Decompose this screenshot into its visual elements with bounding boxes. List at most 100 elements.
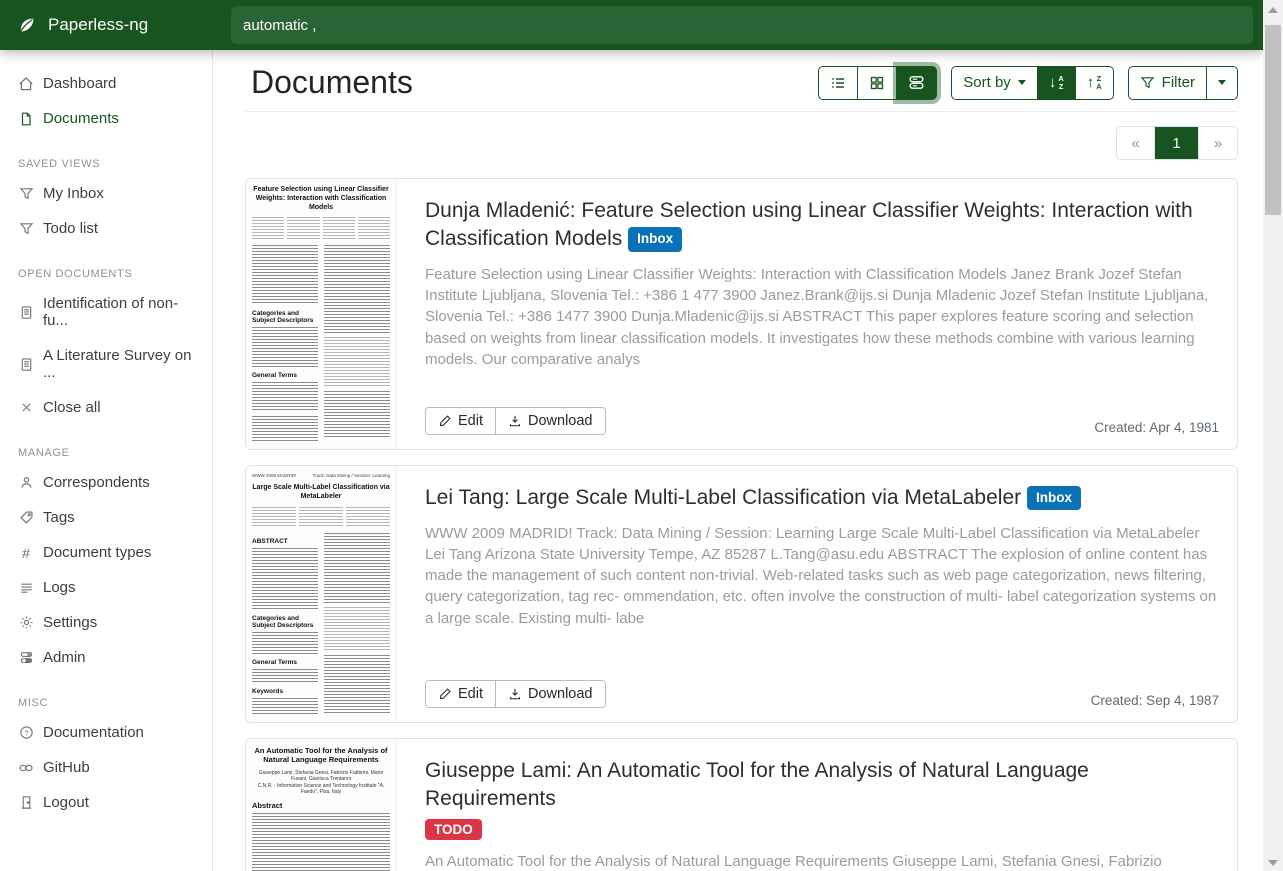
document-card[interactable]: Feature Selection using Linear Classifie… bbox=[245, 178, 1238, 450]
thumb-text-block bbox=[252, 245, 318, 305]
filter-group: Filter bbox=[1128, 66, 1238, 100]
download-icon bbox=[508, 687, 522, 701]
document-title[interactable]: Lei Tang: Large Scale Multi-Label Classi… bbox=[425, 484, 1219, 512]
document-card[interactable]: An Automatic Tool for the Analysis of Na… bbox=[245, 738, 1238, 871]
document-thumbnail[interactable]: Feature Selection using Linear Classifie… bbox=[246, 179, 397, 449]
view-grid-button[interactable] bbox=[858, 66, 897, 100]
sidebar-item-settings[interactable]: Settings bbox=[0, 605, 212, 640]
thumb-header-left: WWW 2009 MADRID! bbox=[252, 473, 296, 478]
sidebar-item-close-all[interactable]: Close all bbox=[0, 390, 212, 425]
thumb-text-block bbox=[252, 416, 318, 442]
sidebar-item-logs[interactable]: Logs bbox=[0, 570, 212, 605]
sort-alpha-down-icon: ↓AZ bbox=[1049, 74, 1064, 91]
gear-icon bbox=[18, 615, 34, 631]
scrollbar-thumb[interactable] bbox=[1265, 25, 1281, 215]
document-thumbnail[interactable]: An Automatic Tool for the Analysis of Na… bbox=[246, 739, 397, 871]
download-label: Download bbox=[528, 686, 593, 702]
sort-descending-button[interactable]: ↑ZA bbox=[1076, 66, 1114, 100]
text-lines-icon bbox=[18, 580, 34, 596]
edit-button[interactable]: Edit bbox=[426, 408, 495, 434]
filter-dropdown-button[interactable] bbox=[1207, 66, 1238, 100]
sidebar-item-document-types[interactable]: # Document types bbox=[0, 535, 212, 570]
pencil-icon bbox=[438, 414, 452, 428]
document-title[interactable]: Dunja Mladenić: Feature Selection using … bbox=[425, 197, 1219, 254]
document-card[interactable]: WWW 2009 MADRID! Track: Data Mining / Se… bbox=[245, 465, 1238, 723]
sidebar: Dashboard Documents SAVED VIEWS My Inbox… bbox=[0, 50, 213, 871]
filter-button[interactable]: Filter bbox=[1128, 66, 1207, 100]
sort-by-dropdown[interactable]: Sort by bbox=[951, 66, 1038, 100]
thumb-text-block bbox=[252, 382, 318, 412]
thumb-title: Large Scale Multi-Label Classification v… bbox=[252, 484, 390, 502]
thumb-title: Feature Selection using Linear Classifie… bbox=[252, 186, 390, 212]
sidebar-item-documents[interactable]: Documents bbox=[0, 101, 212, 136]
sidebar-item-github[interactable]: GitHub bbox=[0, 750, 212, 785]
toggles-icon bbox=[18, 650, 34, 666]
download-icon bbox=[508, 414, 522, 428]
sidebar-item-todo-list[interactable]: Todo list bbox=[0, 211, 212, 246]
doc-text-icon bbox=[18, 356, 34, 372]
sidebar-item-label: Close all bbox=[43, 399, 101, 416]
thumb-affiliation: C.N.R. - Information Science and Technol… bbox=[258, 783, 385, 796]
app-brand[interactable]: Paperless-ng bbox=[0, 0, 213, 50]
brand-label: Paperless-ng bbox=[48, 15, 148, 35]
download-button[interactable]: Download bbox=[495, 681, 605, 707]
edit-label: Edit bbox=[458, 413, 483, 429]
document-excerpt: WWW 2009 MADRID! Track: Data Mining / Se… bbox=[425, 523, 1219, 629]
sidebar-item-label: Documents bbox=[43, 110, 119, 127]
tag-badge-todo[interactable]: TODO bbox=[425, 819, 482, 840]
sidebar-item-label: Documentation bbox=[43, 724, 144, 741]
document-excerpt: Feature Selection using Linear Classifie… bbox=[425, 264, 1219, 370]
thumb-author-col bbox=[346, 507, 390, 527]
view-list-button[interactable] bbox=[818, 66, 858, 100]
thumb-author-col bbox=[323, 217, 355, 239]
sidebar-section-open-documents: OPEN DOCUMENTS bbox=[0, 246, 212, 286]
main-content: Documents Sort by ↓AZ bbox=[213, 50, 1263, 871]
pencil-icon bbox=[438, 687, 452, 701]
sidebar-item-label: My Inbox bbox=[43, 185, 104, 202]
sidebar-item-admin[interactable]: Admin bbox=[0, 640, 212, 675]
sidebar-item-label: Todo list bbox=[43, 220, 98, 237]
pagination-page-1[interactable]: 1 bbox=[1155, 127, 1199, 159]
sidebar-item-documentation[interactable]: ? Documentation bbox=[0, 715, 212, 750]
funnel-icon bbox=[18, 186, 34, 202]
document-title[interactable]: Giuseppe Lami: An Automatic Tool for the… bbox=[425, 757, 1219, 814]
thumb-section: General Terms bbox=[252, 372, 318, 379]
pagination-prev[interactable]: « bbox=[1117, 127, 1155, 159]
list-ul-icon bbox=[830, 75, 846, 91]
tag-badge-inbox[interactable]: Inbox bbox=[628, 227, 682, 251]
document-thumbnail[interactable]: WWW 2009 MADRID! Track: Data Mining / Se… bbox=[246, 466, 397, 722]
sidebar-item-my-inbox[interactable]: My Inbox bbox=[0, 176, 212, 211]
edit-button[interactable]: Edit bbox=[426, 681, 495, 707]
thumb-author-col bbox=[358, 217, 390, 239]
scroll-down-arrow-icon[interactable] bbox=[1268, 860, 1278, 866]
svg-text:?: ? bbox=[24, 728, 28, 737]
sidebar-item-dashboard[interactable]: Dashboard bbox=[0, 66, 212, 101]
created-date: Created: Sep 4, 1987 bbox=[1091, 693, 1219, 708]
sidebar-item-label: Logs bbox=[43, 579, 76, 596]
tag-badge-inbox[interactable]: Inbox bbox=[1027, 486, 1081, 510]
pagination-next[interactable]: » bbox=[1199, 127, 1237, 159]
sidebar-item-correspondents[interactable]: Correspondents bbox=[0, 465, 212, 500]
card-action-group: Edit Download bbox=[425, 407, 606, 435]
view-details-button[interactable] bbox=[897, 66, 937, 100]
thumb-author-col bbox=[287, 217, 319, 239]
page-scrollbar[interactable] bbox=[1263, 0, 1283, 871]
thumb-section: Abstract bbox=[252, 801, 390, 810]
stacked-rows-icon bbox=[908, 74, 925, 91]
thumb-text-block bbox=[252, 632, 318, 654]
sort-ascending-button[interactable]: ↓AZ bbox=[1038, 66, 1076, 100]
sort-alpha-up-icon: ↑ZA bbox=[1087, 74, 1102, 91]
sidebar-item-logout[interactable]: Logout bbox=[0, 785, 212, 820]
sidebar-item-tags[interactable]: Tags bbox=[0, 500, 212, 535]
close-icon bbox=[18, 400, 34, 416]
scroll-up-arrow-icon[interactable] bbox=[1268, 7, 1278, 13]
chevron-down-icon bbox=[1218, 80, 1226, 85]
thumb-section: Categories and Subject Descriptors bbox=[252, 615, 318, 629]
sidebar-item-label: Settings bbox=[43, 614, 97, 631]
sidebar-item-open-doc-2[interactable]: A Literature Survey on ... bbox=[0, 338, 212, 390]
sidebar-item-label: Identification of non-fu... bbox=[43, 295, 194, 329]
sidebar-item-open-doc-1[interactable]: Identification of non-fu... bbox=[0, 286, 212, 338]
header-divider bbox=[245, 111, 1238, 112]
download-button[interactable]: Download bbox=[495, 408, 605, 434]
search-input[interactable] bbox=[231, 6, 1253, 44]
